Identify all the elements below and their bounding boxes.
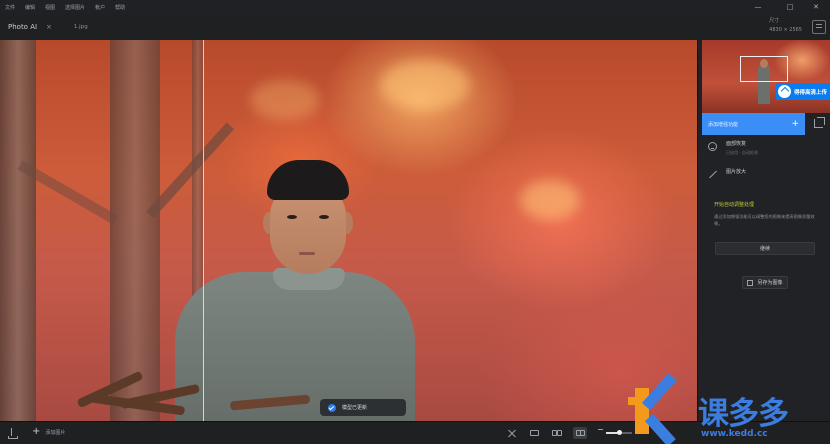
split-view-button[interactable] — [573, 427, 587, 439]
upload-badge[interactable]: 得得高清上传 — [776, 83, 830, 100]
auto-adjust-description: 通过添加增强功能可以调整您的图像来提高图像质量效果。 — [714, 214, 815, 226]
navigator-thumbnail[interactable]: 得得高清上传 — [702, 40, 830, 113]
toast-text: 模型已更新 — [342, 405, 368, 411]
menu-bar: 文件 编辑 视图 选择图片 帐户 帮助 — [0, 0, 830, 14]
menu-edit[interactable]: 编辑 — [20, 4, 40, 11]
minimize-button[interactable]: — — [744, 0, 772, 14]
upload-badge-text: 得得高清上传 — [794, 89, 828, 96]
save-as-image-button[interactable]: 另存为图像 — [742, 276, 788, 289]
logo-k-notch — [628, 397, 636, 405]
photo-ai-window: 文件 编辑 视图 选择图片 帐户 帮助 — □ ✕ Photo AI × 1.j… — [0, 0, 830, 444]
foliage-highlight — [380, 60, 470, 110]
save-icon — [747, 279, 754, 286]
size-label: 尺寸 — [769, 18, 780, 24]
maximize-button[interactable]: □ — [776, 0, 804, 14]
image-size-readout: 尺寸 4830 × 2565 — [769, 17, 802, 33]
zoom-out-icon[interactable] — [598, 429, 603, 430]
expand-arrows-icon — [708, 170, 717, 179]
model-updated-toast: 模型已更新 — [320, 399, 406, 416]
upload-icon — [778, 85, 791, 98]
compare-divider-handle[interactable] — [203, 40, 204, 421]
share-icon[interactable] — [8, 428, 18, 439]
add-enhancement-button[interactable]: 添加增强功能 + — [702, 113, 805, 135]
add-image-button[interactable]: + 添加图片 — [32, 427, 65, 437]
face-icon — [708, 142, 717, 151]
close-icon: ✕ — [813, 3, 819, 11]
check-icon — [328, 403, 336, 412]
menu-account[interactable]: 帐户 — [90, 4, 110, 11]
logo-k-lower-arm — [644, 413, 676, 444]
mouth — [299, 252, 315, 255]
app-name: Photo AI — [8, 23, 38, 31]
watermark-url: www.kedd.cc — [701, 429, 768, 439]
single-view-button[interactable] — [527, 427, 541, 439]
save-as-image-label: 另存为图像 — [757, 280, 783, 286]
boy-subject — [175, 160, 415, 421]
fit-screen-icon — [507, 429, 516, 438]
maximize-icon: □ — [786, 3, 794, 11]
menu-file[interactable]: 文件 — [0, 4, 20, 11]
foliage-highlight — [520, 180, 580, 220]
add-image-label: 添加图片 — [45, 429, 66, 436]
side-by-side-view-button[interactable] — [550, 427, 564, 439]
tree-trunk — [0, 40, 36, 421]
panel-toggle-icon[interactable] — [812, 20, 826, 34]
close-file-button[interactable]: × — [46, 23, 52, 31]
plus-icon: + — [791, 118, 799, 129]
tree-trunk — [110, 40, 160, 421]
single-view-icon — [529, 430, 539, 436]
logo-k-stem — [635, 388, 649, 434]
continue-button[interactable]: 继续 — [715, 242, 815, 255]
title-bar: Photo AI × 1.jpg 尺寸 4830 × 2565 — [0, 14, 830, 40]
split-view-icon — [575, 430, 585, 436]
logo-k-mark — [628, 373, 686, 444]
watermark-text: 课多多 — [698, 396, 789, 432]
hair — [267, 160, 349, 200]
menu-view[interactable]: 视图 — [40, 4, 60, 11]
model-row-face-recovery[interactable]: 面部恢复 已启用 · 自动检测 — [702, 140, 830, 156]
auto-adjust-title: 开始自动调整处理 — [714, 202, 755, 208]
model-row-subtitle: 已启用 · 自动检测 — [726, 150, 758, 155]
model-row-title: 图片放大 — [726, 169, 747, 175]
right-panel: 得得高清上传 添加增强功能 + 面部恢复 已启用 · 自动检测 图片放大 开始自… — [697, 40, 830, 421]
menu-help[interactable]: 帮助 — [110, 4, 130, 11]
menu-select-image[interactable]: 选择图片 — [60, 4, 90, 11]
image-canvas[interactable] — [0, 40, 697, 421]
side-by-side-icon — [552, 430, 562, 436]
fit-to-screen-button[interactable] — [504, 427, 518, 439]
zoom-slider-knob[interactable] — [617, 430, 622, 435]
eye — [287, 215, 297, 219]
eye — [319, 215, 329, 219]
plus-icon: + — [32, 426, 41, 437]
add-enhancement-label: 添加增强功能 — [708, 121, 739, 128]
watermark-logo: 课多多 www.kedd.cc — [628, 373, 830, 444]
foliage-highlight — [250, 80, 320, 120]
crop-icon[interactable] — [814, 117, 825, 128]
size-value: 4830 × 2565 — [769, 27, 802, 33]
minimize-icon: — — [754, 3, 762, 11]
file-name: 1.jpg — [73, 24, 88, 30]
model-row-upscale[interactable]: 图片放大 — [702, 168, 830, 179]
model-row-title: 面部恢复 — [726, 141, 747, 147]
close-window-button[interactable]: ✕ — [802, 0, 830, 14]
viewport-frame[interactable] — [740, 56, 788, 82]
